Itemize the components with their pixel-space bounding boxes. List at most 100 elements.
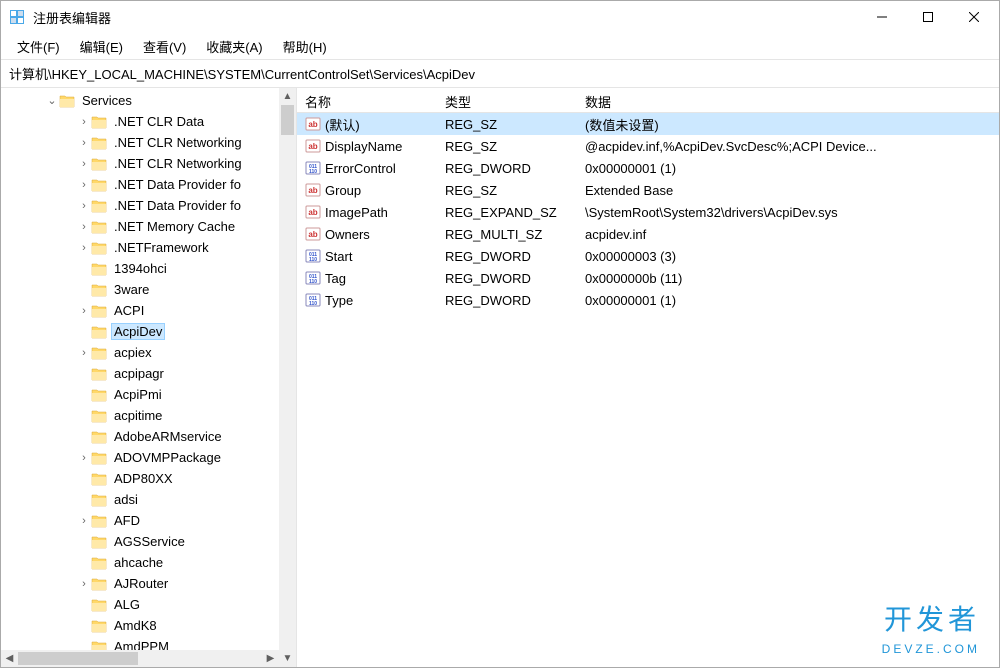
tree-parent-services[interactable]: ⌄Services — [1, 90, 296, 111]
value-name-cell: abDisplayName — [297, 138, 437, 154]
value-name-cell: 011110Tag — [297, 270, 437, 286]
registry-value-row[interactable]: 011110ErrorControlREG_DWORD0x00000001 (1… — [297, 157, 999, 179]
minimize-button[interactable] — [859, 2, 905, 32]
expand-icon[interactable]: › — [77, 242, 91, 254]
close-button[interactable] — [951, 2, 997, 32]
tree-label: ahcache — [111, 554, 166, 571]
folder-icon — [91, 556, 107, 570]
expand-icon[interactable]: › — [77, 452, 91, 464]
tree-item[interactable]: ›.NET CLR Data — [1, 111, 296, 132]
value-type-cell: REG_DWORD — [437, 271, 577, 286]
menu-favorites[interactable]: 收藏夹(A) — [196, 34, 272, 59]
dword-value-icon: 011110 — [305, 292, 321, 308]
string-value-icon: ab — [305, 226, 321, 242]
folder-icon — [91, 598, 107, 612]
scroll-left-icon[interactable]: ◀ — [1, 650, 18, 667]
tree-item[interactable]: ›AFD — [1, 510, 296, 531]
folder-icon — [91, 262, 107, 276]
value-name-cell: 011110Start — [297, 248, 437, 264]
svg-text:110: 110 — [309, 301, 317, 307]
expand-icon[interactable]: › — [77, 137, 91, 149]
tree-scrollbar-vertical[interactable]: ▲ ▼ — [279, 88, 296, 667]
list-header: 名称 类型 数据 — [297, 88, 999, 113]
tree-item[interactable]: AmdK8 — [1, 615, 296, 636]
watermark-sub: DEVZE.COM — [882, 642, 980, 656]
value-data-cell: acpidev.inf — [577, 227, 999, 242]
expand-icon[interactable]: › — [77, 200, 91, 212]
tree-pane[interactable]: ⌄Services›.NET CLR Data›.NET CLR Network… — [1, 88, 297, 667]
header-type[interactable]: 类型 — [437, 88, 577, 112]
value-name-cell: 011110Type — [297, 292, 437, 308]
tree-label: 3ware — [111, 281, 152, 298]
window-controls — [859, 2, 997, 32]
expand-icon[interactable]: › — [77, 179, 91, 191]
tree-item[interactable]: ›.NET CLR Networking — [1, 153, 296, 174]
menu-help[interactable]: 帮助(H) — [273, 34, 337, 59]
registry-value-row[interactable]: abDisplayNameREG_SZ@acpidev.inf,%AcpiDev… — [297, 135, 999, 157]
tree-scrollbar-horizontal[interactable]: ◀ ▶ — [1, 650, 279, 667]
expand-icon[interactable]: › — [77, 158, 91, 170]
collapse-icon[interactable]: ⌄ — [45, 94, 59, 107]
tree-item[interactable]: › .NET Data Provider fo — [1, 174, 296, 195]
value-name: Start — [325, 249, 352, 264]
registry-value-row[interactable]: 011110TagREG_DWORD0x0000000b (11) — [297, 267, 999, 289]
tree-item[interactable]: ›ADOVMPPackage — [1, 447, 296, 468]
tree-item[interactable]: AGSService — [1, 531, 296, 552]
tree-item[interactable]: ›.NET Data Provider fo — [1, 195, 296, 216]
tree-item[interactable]: ›ACPI — [1, 300, 296, 321]
scroll-right-icon[interactable]: ▶ — [262, 650, 279, 667]
tree-item[interactable]: AdobeARMservice — [1, 426, 296, 447]
expand-icon[interactable]: › — [77, 515, 91, 527]
value-name: ErrorControl — [325, 161, 396, 176]
tree-label: 1394ohci — [111, 260, 170, 277]
svg-text:110: 110 — [309, 169, 317, 175]
expand-icon[interactable]: › — [77, 347, 91, 359]
tree-item[interactable]: ›AJRouter — [1, 573, 296, 594]
menu-edit[interactable]: 编辑(E) — [70, 34, 133, 59]
scroll-thumb-h[interactable] — [18, 652, 138, 665]
tree-item[interactable]: ›.NET Memory Cache — [1, 216, 296, 237]
tree-label: AmdK8 — [111, 617, 160, 634]
maximize-button[interactable] — [905, 2, 951, 32]
scroll-track-h[interactable] — [18, 650, 262, 667]
tree-item[interactable]: 3ware — [1, 279, 296, 300]
tree-item[interactable]: ALG — [1, 594, 296, 615]
scroll-thumb[interactable] — [281, 105, 294, 135]
string-value-icon: ab — [305, 138, 321, 154]
registry-value-row[interactable]: abOwnersREG_MULTI_SZacpidev.inf — [297, 223, 999, 245]
menu-view[interactable]: 查看(V) — [133, 34, 196, 59]
tree-label: .NET Data Provider fo — [111, 176, 244, 193]
list-body[interactable]: ab(默认)REG_SZ(数值未设置)abDisplayNameREG_SZ@a… — [297, 113, 999, 667]
addressbar[interactable]: 计算机\HKEY_LOCAL_MACHINE\SYSTEM\CurrentCon… — [1, 59, 999, 88]
tree-item[interactable]: adsi — [1, 489, 296, 510]
registry-value-row[interactable]: abGroupREG_SZExtended Base — [297, 179, 999, 201]
header-name[interactable]: 名称 — [297, 88, 437, 112]
expand-icon[interactable]: › — [77, 305, 91, 317]
header-data[interactable]: 数据 — [577, 88, 999, 112]
tree-item[interactable]: ahcache — [1, 552, 296, 573]
expand-icon[interactable]: › — [77, 221, 91, 233]
menu-file[interactable]: 文件(F) — [7, 34, 70, 59]
string-value-icon: ab — [305, 116, 321, 132]
tree-item[interactable]: acpipagr — [1, 363, 296, 384]
tree-label: .NET CLR Networking — [111, 134, 245, 151]
scroll-up-icon[interactable]: ▲ — [279, 88, 296, 105]
tree-item[interactable]: AcpiPmi — [1, 384, 296, 405]
tree-item[interactable]: › .NET CLR Networking — [1, 132, 296, 153]
tree-item[interactable]: ›acpiex — [1, 342, 296, 363]
registry-value-row[interactable]: 011110TypeREG_DWORD0x00000001 (1) — [297, 289, 999, 311]
tree-item[interactable]: ›.NETFramework — [1, 237, 296, 258]
expand-icon[interactable]: › — [77, 116, 91, 128]
scroll-down-icon[interactable]: ▼ — [279, 650, 296, 667]
tree-item[interactable]: AcpiDev — [1, 321, 296, 342]
tree-item[interactable]: acpitime — [1, 405, 296, 426]
registry-value-row[interactable]: ab(默认)REG_SZ(数值未设置) — [297, 113, 999, 135]
registry-value-row[interactable]: abImagePathREG_EXPAND_SZ\SystemRoot\Syst… — [297, 201, 999, 223]
tree-item[interactable]: 1394ohci — [1, 258, 296, 279]
tree-item[interactable]: ADP80XX — [1, 468, 296, 489]
expand-icon[interactable]: › — [77, 578, 91, 590]
scroll-track[interactable] — [279, 105, 296, 650]
registry-value-row[interactable]: 011110StartREG_DWORD0x00000003 (3) — [297, 245, 999, 267]
svg-text:ab: ab — [308, 230, 317, 239]
string-value-icon: ab — [305, 204, 321, 220]
